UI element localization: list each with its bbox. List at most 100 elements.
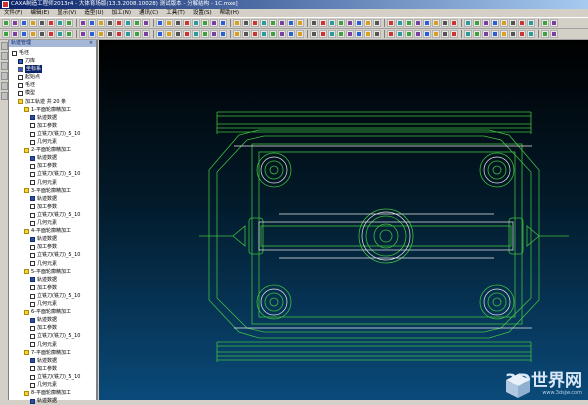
geometry-tool-button-35[interactable]	[337, 30, 345, 38]
menu-item-6[interactable]: 工具(T)	[166, 9, 185, 17]
geometry-tool-button-10[interactable]	[97, 30, 105, 38]
tree-node[interactable]: 几何元素	[30, 341, 57, 349]
geometry-tool-button-44[interactable]	[423, 30, 431, 38]
geometry-tool-button-13[interactable]	[124, 30, 132, 38]
tree-node[interactable]: 坐标系	[18, 65, 43, 74]
geometry-tool-button-26[interactable]	[251, 30, 259, 38]
geometry-tool-button-18[interactable]	[174, 30, 182, 38]
geometry-tool-button-0[interactable]	[2, 30, 10, 38]
standard-tool-button-38[interactable]	[364, 19, 372, 27]
standard-tool-button-16[interactable]	[156, 19, 164, 27]
tree-node[interactable]: 轨迹数据	[30, 235, 57, 243]
geometry-tool-button-29[interactable]	[278, 30, 286, 38]
close-icon[interactable]: ×	[88, 40, 94, 46]
geometry-tool-button-23[interactable]	[219, 30, 227, 38]
standard-tool-button-9[interactable]	[88, 19, 96, 27]
standard-tool-button-17[interactable]	[165, 19, 173, 27]
geometry-tool-button-47[interactable]	[450, 30, 458, 38]
geometry-tool-button-37[interactable]	[355, 30, 363, 38]
tree-node[interactable]: 毛坯	[18, 81, 35, 89]
tree-node[interactable]: 几何元素	[30, 179, 57, 187]
tree-node[interactable]: 加工参数	[30, 284, 57, 292]
standard-tool-button-12[interactable]	[115, 19, 123, 27]
tree-node[interactable]: 加工参数	[30, 324, 57, 332]
standard-tool-button-34[interactable]	[328, 19, 336, 27]
standard-tool-button-37[interactable]	[355, 19, 363, 27]
geometry-tool-button-33[interactable]	[319, 30, 327, 38]
geometry-tool-button-22[interactable]	[210, 30, 218, 38]
standard-tool-button-47[interactable]	[450, 19, 458, 27]
tree-node[interactable]: 几何元素	[30, 219, 57, 227]
standard-tool-button-49[interactable]	[473, 19, 481, 27]
tree-node[interactable]: 起始点	[18, 73, 40, 81]
geometry-tool-button-42[interactable]	[405, 30, 413, 38]
standard-tool-button-28[interactable]	[269, 19, 277, 27]
tree-node[interactable]: 6-平面轮廓精加工	[24, 308, 71, 316]
geometry-tool-button-21[interactable]	[201, 30, 209, 38]
standard-tool-button-2[interactable]	[20, 19, 28, 27]
layer-tool-button[interactable]	[1, 92, 8, 100]
tree-node[interactable]: 加工轨迹 共 20 条	[18, 98, 66, 106]
standard-tool-button-29[interactable]	[278, 19, 286, 27]
tree-node[interactable]: 几何元素	[30, 381, 57, 389]
tree-node[interactable]: 轨迹数据	[30, 397, 57, 405]
geometry-tool-button-31[interactable]	[296, 30, 304, 38]
menu-item-7[interactable]: 设置(S)	[193, 9, 212, 17]
tree-node[interactable]: 轨迹数据	[30, 357, 57, 365]
tree-node[interactable]: 立铣刀(铣刀)_5_10	[30, 252, 80, 260]
geometry-tool-button-14[interactable]	[133, 30, 141, 38]
geometry-tool-button-38[interactable]	[364, 30, 372, 38]
tree-node[interactable]: 轨迹数据	[30, 316, 57, 324]
standard-tool-button-40[interactable]	[387, 19, 395, 27]
standard-tool-button-30[interactable]	[287, 19, 295, 27]
tree-node[interactable]: 4-平面轮廓精加工	[24, 227, 71, 235]
standard-tool-button-27[interactable]	[260, 19, 268, 27]
geometry-tool-button-12[interactable]	[115, 30, 123, 38]
geometry-tool-button-55[interactable]	[527, 30, 535, 38]
standard-tool-button-41[interactable]	[396, 19, 404, 27]
geometry-tool-button-34[interactable]	[328, 30, 336, 38]
geometry-tool-button-41[interactable]	[396, 30, 404, 38]
standard-tool-button-56[interactable]	[541, 19, 549, 27]
standard-tool-button-13[interactable]	[124, 19, 132, 27]
geometry-tool-button-16[interactable]	[156, 30, 164, 38]
geometry-tool-button-5[interactable]	[47, 30, 55, 38]
geometry-tool-button-32[interactable]	[310, 30, 318, 38]
geometry-tool-button-3[interactable]	[29, 30, 37, 38]
standard-tool-button-35[interactable]	[337, 19, 345, 27]
standard-tool-button-36[interactable]	[346, 19, 354, 27]
tree-node[interactable]: 轨迹数据	[30, 276, 57, 284]
standard-tool-button-43[interactable]	[414, 19, 422, 27]
tree-node[interactable]: 刀库	[18, 57, 35, 65]
standard-tool-button-45[interactable]	[432, 19, 440, 27]
tree-node[interactable]: 几何元素	[30, 138, 57, 146]
menu-item-5[interactable]: 通讯(C)	[139, 9, 158, 17]
geometry-tool-button-48[interactable]	[464, 30, 472, 38]
tree-node[interactable]: 5-平面轮廓精加工	[24, 268, 71, 276]
tree-node[interactable]: 加工参数	[30, 203, 57, 211]
standard-tool-button-25[interactable]	[242, 19, 250, 27]
geometry-tool-button-57[interactable]	[550, 30, 558, 38]
standard-tool-button-44[interactable]	[423, 19, 431, 27]
geometry-tool-button-4[interactable]	[38, 30, 46, 38]
standard-tool-button-22[interactable]	[210, 19, 218, 27]
standard-tool-button-15[interactable]	[142, 19, 150, 27]
standard-tool-button-6[interactable]	[56, 19, 64, 27]
standard-tool-button-57[interactable]	[550, 19, 558, 27]
standard-tool-button-14[interactable]	[133, 19, 141, 27]
geometry-tool-button-54[interactable]	[518, 30, 526, 38]
geometry-tool-button-50[interactable]	[482, 30, 490, 38]
tree-node[interactable]: 加工参数	[30, 365, 57, 373]
standard-tool-button-1[interactable]	[11, 19, 19, 27]
tree-node[interactable]: 轨迹数据	[30, 154, 57, 162]
standard-tool-button-55[interactable]	[527, 19, 535, 27]
tree-node[interactable]: 7-平面轮廓精加工	[24, 349, 71, 357]
geometry-tool-button-9[interactable]	[88, 30, 96, 38]
geometry-tool-button-2[interactable]	[20, 30, 28, 38]
tree-node[interactable]: 立铣刀(铣刀)_5_10	[30, 211, 80, 219]
tree-node[interactable]: 模型	[18, 90, 35, 98]
pan-tool-button[interactable]	[1, 52, 8, 60]
standard-tool-button-39[interactable]	[373, 19, 381, 27]
geometry-tool-button-56[interactable]	[541, 30, 549, 38]
geometry-tool-button-52[interactable]	[500, 30, 508, 38]
